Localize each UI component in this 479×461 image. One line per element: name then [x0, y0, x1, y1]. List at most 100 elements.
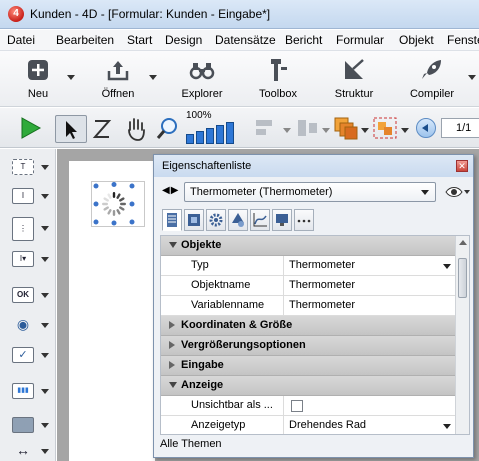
- property-row-variablenname[interactable]: Variablenname Thermometer: [161, 296, 457, 316]
- form-page[interactable]: [69, 161, 155, 461]
- thermometer-object[interactable]: [91, 181, 145, 227]
- toolbox-button[interactable]: Toolbox: [246, 55, 310, 105]
- property-list-titlebar[interactable]: Eigenschaftenliste ✕: [154, 155, 473, 177]
- menu-datensaetze[interactable]: Datensätze: [215, 33, 276, 47]
- menu-objekt[interactable]: Objekt: [399, 33, 434, 47]
- group-dropdown-arrow[interactable]: [401, 128, 409, 133]
- hand-icon[interactable]: [124, 116, 148, 142]
- tab-graph[interactable]: [250, 209, 270, 231]
- zoom-icon[interactable]: [156, 116, 180, 142]
- object-selector-bar: ◀▶ Thermometer (Thermometer): [154, 179, 473, 205]
- palette-static-text[interactable]: T: [10, 157, 50, 177]
- chevron-down-icon[interactable]: [41, 323, 49, 328]
- selected-object: Thermometer (Thermometer): [190, 186, 333, 198]
- section-anzeige[interactable]: Anzeige: [161, 376, 457, 396]
- tab-more[interactable]: [294, 209, 314, 231]
- chevron-down-icon[interactable]: [443, 424, 451, 429]
- open-button[interactable]: Öffnen: [86, 55, 150, 105]
- chevron-down-icon[interactable]: [41, 165, 49, 170]
- structure-button[interactable]: Struktur: [322, 55, 386, 105]
- new-dropdown-arrow[interactable]: [67, 73, 75, 81]
- align-icon[interactable]: [254, 116, 280, 140]
- scroll-thumb[interactable]: [458, 258, 467, 298]
- run-icon[interactable]: [18, 116, 42, 140]
- chevron-down-icon[interactable]: [41, 353, 49, 358]
- property-row-typ[interactable]: Typ Thermometer: [161, 256, 457, 276]
- group-icon[interactable]: [372, 116, 400, 140]
- open-dropdown-arrow[interactable]: [149, 73, 157, 81]
- palette-rectangle[interactable]: ■: [10, 415, 50, 435]
- property-value[interactable]: Thermometer: [289, 279, 355, 291]
- property-row-anzeigetyp[interactable]: Anzeigetyp Drehendes Rad: [161, 416, 457, 434]
- section-koordinaten[interactable]: Koordinaten & Größe: [161, 316, 457, 336]
- tab-gear[interactable]: [206, 209, 226, 231]
- section-eingabe[interactable]: Eingabe: [161, 356, 457, 376]
- distribute-icon[interactable]: [294, 116, 320, 140]
- palette-field[interactable]: I: [10, 186, 50, 206]
- layer-icon[interactable]: [333, 115, 359, 141]
- prev-page-button[interactable]: [416, 118, 436, 138]
- section-label: Koordinaten & Größe: [181, 319, 293, 331]
- layer-dropdown-arrow[interactable]: [361, 128, 369, 133]
- chevron-down-icon[interactable]: [41, 293, 49, 298]
- section-vergroesserung[interactable]: Vergrößerungsoptionen: [161, 336, 457, 356]
- property-scrollbar[interactable]: [455, 236, 469, 434]
- chevron-down-icon[interactable]: [41, 449, 49, 454]
- shapes-icon: [232, 213, 244, 227]
- object-selector[interactable]: Thermometer (Thermometer): [184, 182, 436, 202]
- menu-fenster[interactable]: Fenster: [447, 33, 479, 47]
- compiler-button[interactable]: Compiler: [400, 55, 464, 105]
- entry-order-icon[interactable]: [92, 118, 112, 140]
- distribute-dropdown-arrow[interactable]: [322, 128, 330, 133]
- new-button[interactable]: Neu: [6, 55, 70, 105]
- property-row-unsichtbar[interactable]: Unsichtbar als ...: [161, 396, 457, 416]
- unsichtbar-checkbox[interactable]: [291, 400, 303, 412]
- property-value[interactable]: Thermometer: [289, 259, 355, 271]
- menu-bar: Datei Bearbeiten Start Design Datensätze…: [0, 30, 479, 51]
- menu-bericht[interactable]: Bericht: [285, 33, 322, 47]
- compiler-dropdown-arrow[interactable]: [468, 73, 476, 81]
- align-dropdown-arrow[interactable]: [283, 128, 291, 133]
- palette-list[interactable]: ⋮: [10, 215, 50, 241]
- page-indicator[interactable]: 1/1: [441, 118, 479, 138]
- tab-shapes[interactable]: [228, 209, 248, 231]
- app-4d-icon[interactable]: 4: [8, 6, 24, 22]
- chevron-down-icon[interactable]: [41, 226, 49, 231]
- section-objekte[interactable]: Objekte: [161, 236, 457, 256]
- property-row-objektname[interactable]: Objektname Thermometer: [161, 276, 457, 296]
- chevron-down-icon[interactable]: [41, 423, 49, 428]
- tab-all-properties[interactable]: [162, 209, 182, 231]
- palette-button[interactable]: OK: [10, 285, 50, 305]
- palette-combo[interactable]: I▾: [10, 249, 50, 269]
- theme-filter[interactable]: Alle Themen: [160, 438, 222, 450]
- eye-icon[interactable]: [444, 184, 470, 200]
- menu-bearbeiten[interactable]: Bearbeiten: [56, 33, 114, 47]
- property-list-window[interactable]: Eigenschaftenliste ✕ ◀▶ Thermometer (The…: [153, 154, 474, 458]
- scroll-up-icon[interactable]: [459, 240, 467, 245]
- menu-datei[interactable]: Datei: [7, 33, 35, 47]
- palette-line[interactable]: ↔: [10, 441, 50, 461]
- property-grid[interactable]: Objekte Typ Thermometer Objektname Therm…: [160, 235, 470, 435]
- palette-checkbox[interactable]: ✓: [10, 345, 50, 365]
- menu-start[interactable]: Start: [127, 33, 152, 47]
- select-tool-button[interactable]: [55, 115, 87, 143]
- property-value[interactable]: Thermometer: [289, 299, 355, 311]
- chevron-down-icon: [421, 190, 429, 195]
- object-nav-arrows[interactable]: ◀▶: [162, 185, 179, 196]
- line-icon: ↔: [16, 442, 30, 458]
- palette-thermometer[interactable]: ▮▮▮: [10, 381, 50, 401]
- zoom-bars[interactable]: [186, 122, 244, 144]
- chevron-down-icon[interactable]: [41, 389, 49, 394]
- explorer-button[interactable]: Explorer: [170, 55, 234, 105]
- chevron-down-icon[interactable]: [41, 257, 49, 262]
- tab-display[interactable]: [272, 209, 292, 231]
- chevron-down-icon[interactable]: [41, 194, 49, 199]
- property-value[interactable]: Drehendes Rad: [289, 419, 366, 431]
- chevron-down-icon[interactable]: [443, 264, 451, 269]
- property-key: Anzeigetyp: [191, 419, 246, 431]
- close-button[interactable]: ✕: [456, 160, 468, 172]
- menu-design[interactable]: Design: [165, 33, 202, 47]
- palette-radio[interactable]: ◉: [10, 315, 50, 335]
- menu-formular[interactable]: Formular: [336, 33, 384, 47]
- tab-objects[interactable]: [184, 209, 204, 231]
